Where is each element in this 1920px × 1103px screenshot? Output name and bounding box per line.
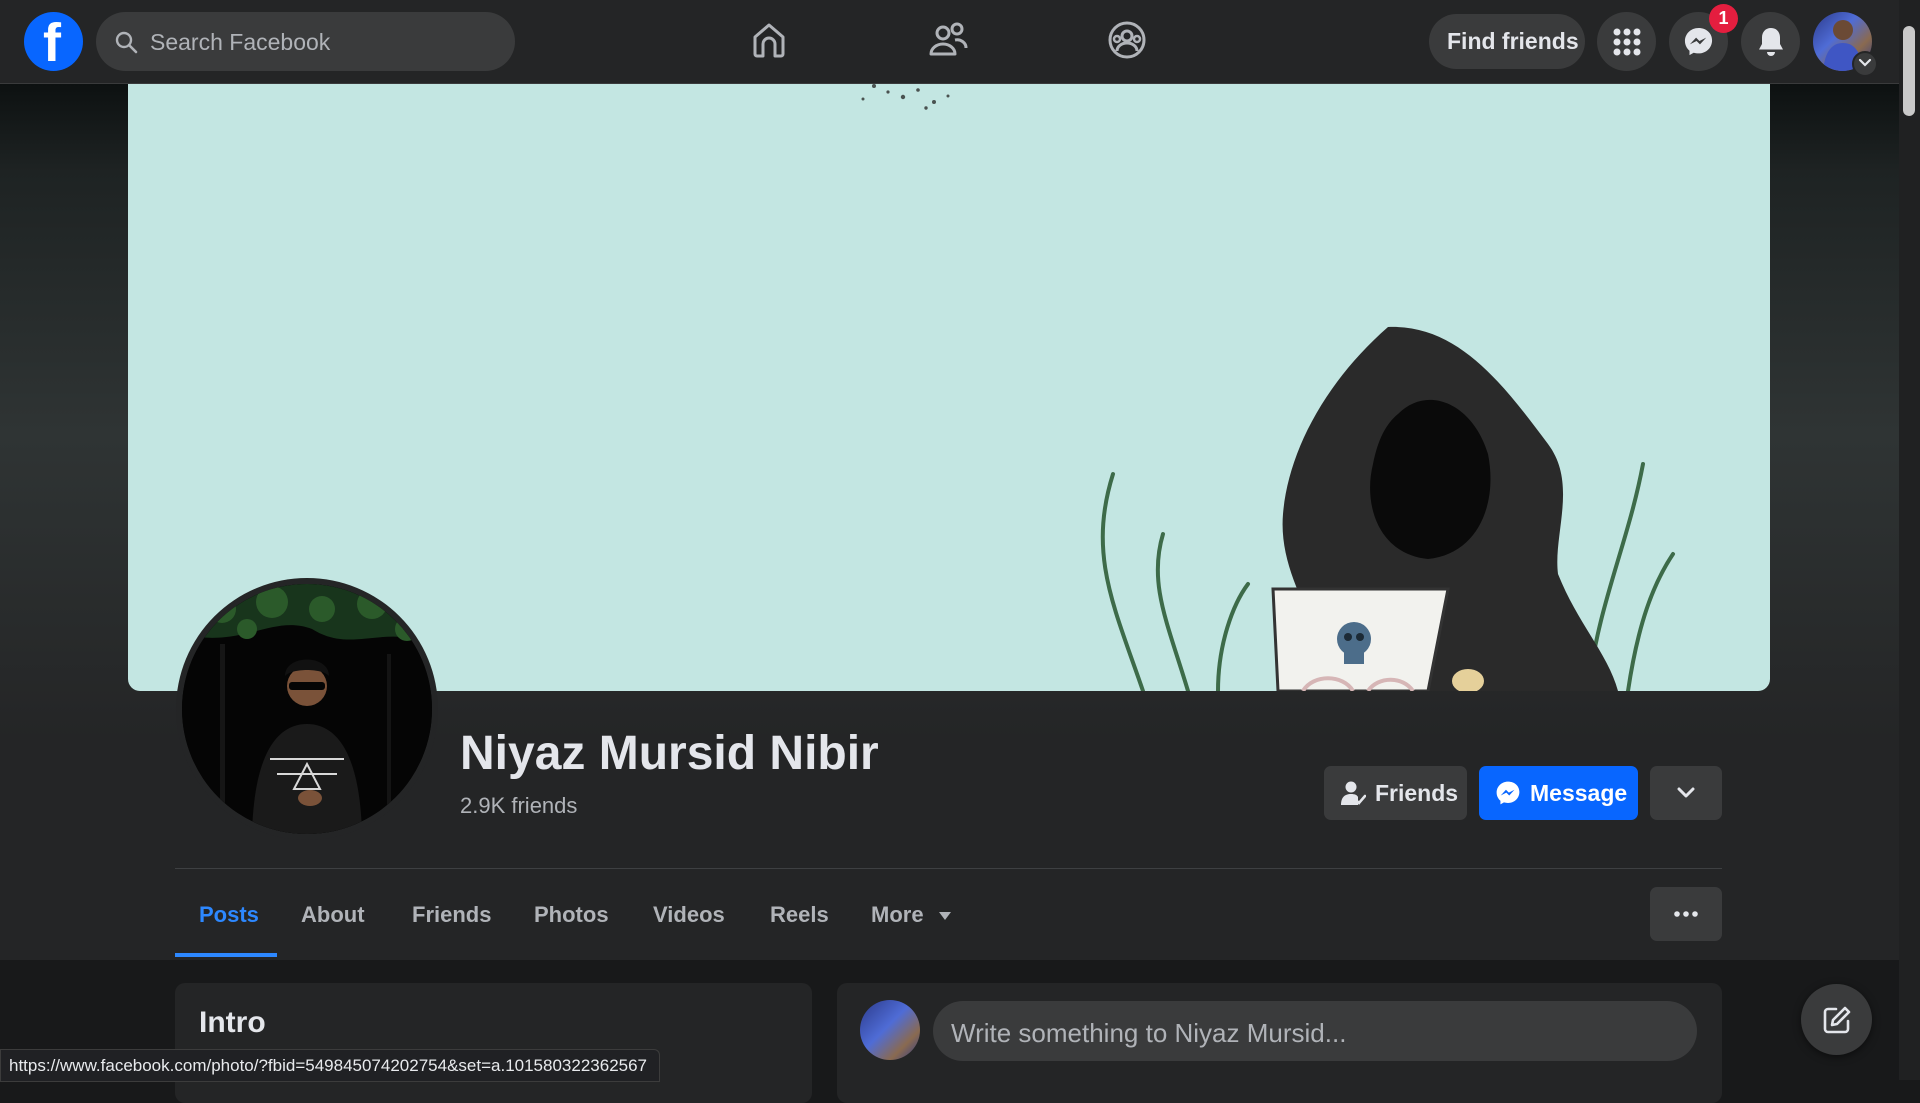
notifications-button[interactable]: [1741, 12, 1800, 71]
tab-more[interactable]: More: [871, 902, 952, 928]
intro-card: [175, 983, 812, 1103]
messenger-badge: 1: [1709, 4, 1738, 33]
chevron-down-icon: [1858, 58, 1872, 67]
post-composer-input[interactable]: Write something to Niyaz Mursid...: [933, 1001, 1697, 1061]
menu-grid-icon: [1613, 28, 1641, 56]
page-scrollbar[interactable]: [1899, 0, 1920, 1080]
home-icon[interactable]: [749, 20, 789, 60]
intro-title: Intro: [199, 1006, 266, 1039]
top-navigation-bar: f Search Facebook Find friends 1: [0, 0, 1920, 84]
friends-status-button[interactable]: Friends: [1324, 766, 1467, 820]
header-divider: [175, 868, 1722, 869]
facebook-logo-letter: f: [43, 13, 61, 73]
caret-down-icon: [938, 912, 951, 921]
tab-photos[interactable]: Photos: [534, 902, 609, 928]
messenger-icon: [1496, 781, 1520, 805]
friends-icon[interactable]: [928, 20, 968, 60]
bell-icon: [1759, 28, 1783, 56]
tab-videos[interactable]: Videos: [653, 902, 725, 928]
message-button-label: Message: [1530, 780, 1628, 806]
find-friends-button[interactable]: Find friends: [1429, 14, 1585, 69]
chevron-down-icon: [1677, 787, 1695, 798]
profile-picture[interactable]: [176, 578, 438, 840]
profile-name: Niyaz Mursid Nibir: [460, 727, 879, 780]
messenger-icon: [1684, 27, 1713, 56]
composer-avatar[interactable]: [860, 1000, 920, 1060]
active-tab-indicator: [175, 953, 277, 957]
scrollbar-thumb[interactable]: [1903, 26, 1915, 116]
status-bar-url: https://www.facebook.com/photo/?fbid=549…: [0, 1049, 661, 1082]
menu-button[interactable]: [1597, 12, 1656, 71]
more-dots-icon: [1674, 911, 1698, 917]
tab-friends[interactable]: Friends: [412, 902, 491, 928]
facebook-logo[interactable]: f: [24, 12, 83, 71]
compose-icon: [1823, 1006, 1851, 1034]
tab-reels[interactable]: Reels: [770, 902, 829, 928]
search-icon: [115, 31, 138, 54]
account-menu-toggle[interactable]: [1852, 51, 1878, 77]
new-message-button[interactable]: [1801, 984, 1872, 1055]
search-placeholder: Search Facebook: [150, 29, 331, 55]
profile-more-dropdown[interactable]: [1650, 766, 1722, 820]
tab-posts[interactable]: Posts: [199, 902, 259, 928]
friends-button-label: Friends: [1375, 780, 1459, 806]
find-friends-label: Find friends: [1447, 28, 1579, 54]
friend-check-icon: [1341, 781, 1366, 805]
profile-options-button[interactable]: [1650, 887, 1722, 941]
message-button[interactable]: Message: [1479, 766, 1638, 820]
profile-photo: [182, 584, 432, 834]
composer-placeholder: Write something to Niyaz Mursid...: [951, 1018, 1347, 1048]
groups-icon[interactable]: [1107, 20, 1147, 60]
friends-count[interactable]: 2.9K friends: [460, 793, 577, 819]
tab-more-label: More: [871, 902, 924, 927]
search-input[interactable]: Search Facebook: [96, 12, 515, 71]
tab-about[interactable]: About: [301, 902, 365, 928]
